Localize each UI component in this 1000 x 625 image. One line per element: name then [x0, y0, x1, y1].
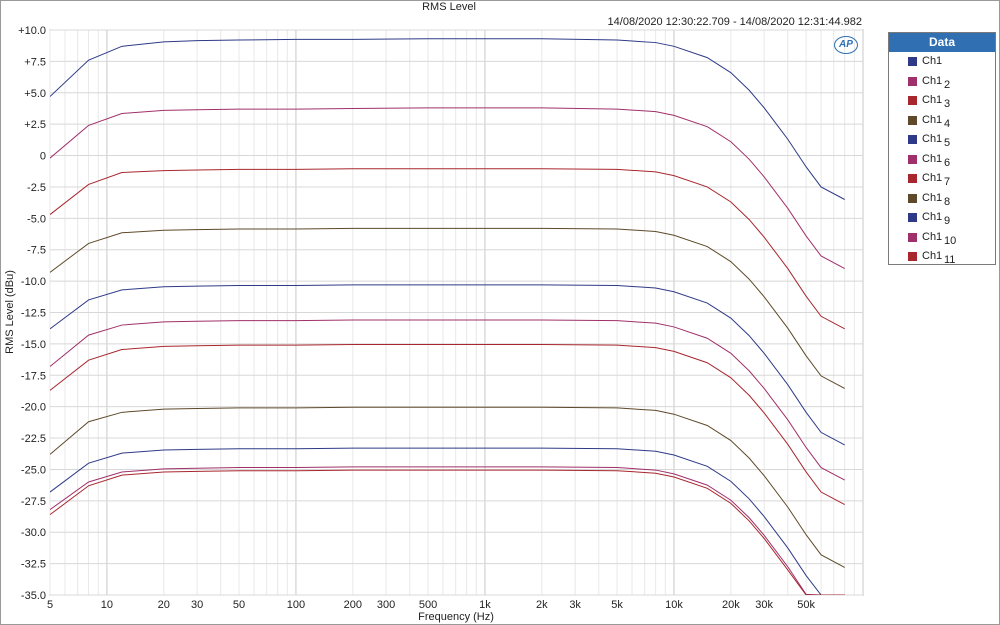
- x-tick-label: 50: [233, 599, 245, 611]
- x-axis-label: Frequency (Hz): [418, 611, 494, 623]
- x-tick-label: 2k: [536, 599, 548, 611]
- legend-swatch: [908, 213, 917, 222]
- legend-label: Ch1: [922, 172, 943, 184]
- legend-label: Ch1: [922, 152, 943, 165]
- chart-title: RMS Level: [422, 1, 476, 13]
- y-tick-label: -17.5: [21, 370, 46, 382]
- x-tick-label: 500: [419, 599, 437, 611]
- legend-title: Data: [889, 33, 995, 52]
- y-tick-label: -27.5: [21, 496, 46, 508]
- x-tick-label: 30k: [755, 599, 773, 611]
- legend-swatch: [908, 76, 917, 86]
- x-tick-label: 10: [101, 599, 113, 611]
- legend-item[interactable]: Ch1 3: [889, 91, 995, 111]
- legend-swatch: [908, 115, 917, 125]
- legend-label: Ch1: [922, 133, 943, 145]
- legend-item[interactable]: Ch1 7: [889, 169, 995, 189]
- y-tick-label: -7.5: [27, 245, 46, 257]
- legend-list: Ch1 Ch1 2 Ch1 3 Ch1 4 Ch1 5 Ch1 6 Ch1 7 Ch1 8 Ch1 9 Ch1 10…: [889, 52, 995, 267]
- x-tick-label: 3k: [569, 599, 581, 611]
- x-tick-label: 5: [47, 599, 53, 611]
- ap-logo: AP: [834, 36, 858, 54]
- legend-item[interactable]: Ch1 5: [889, 130, 995, 150]
- y-tick-label: -12.5: [21, 308, 46, 320]
- y-tick-label: 0: [40, 151, 46, 163]
- x-tick-label: 200: [344, 599, 362, 611]
- legend-swatch: [908, 57, 917, 66]
- x-tick-label: 1k: [479, 599, 491, 611]
- y-tick-label: -32.5: [21, 559, 46, 571]
- legend-channel-index: 11: [944, 254, 956, 266]
- legend-label: Ch1: [922, 211, 943, 223]
- y-tick-label: -2.5: [27, 182, 46, 194]
- x-tick-label: 300: [377, 599, 395, 611]
- x-tick-label: 50k: [797, 599, 815, 611]
- x-tick-label: 10k: [665, 599, 683, 611]
- legend-label: Ch1: [922, 113, 943, 126]
- y-tick-label: -20.0: [21, 402, 46, 414]
- y-tick-label: -22.5: [21, 433, 46, 445]
- x-tick-label: 20k: [722, 599, 740, 611]
- y-tick-label: -25.0: [21, 464, 46, 476]
- y-tick-label: -30.0: [21, 527, 46, 539]
- legend-item[interactable]: Ch1 6: [889, 150, 995, 170]
- legend-item[interactable]: Ch1 9: [889, 208, 995, 228]
- y-tick-label: -10.0: [21, 276, 46, 288]
- legend-item[interactable]: Ch1 8: [889, 189, 995, 209]
- y-tick-label: +5.0: [24, 88, 46, 100]
- y-tick-label: +7.5: [24, 56, 46, 68]
- legend-item[interactable]: Ch1: [889, 52, 995, 72]
- legend-swatch: [908, 96, 917, 105]
- y-tick-label: +10.0: [18, 25, 46, 37]
- y-tick-label: +2.5: [24, 119, 46, 131]
- legend-swatch: [908, 135, 917, 144]
- time-range-label: 14/08/2020 12:30:22.709 - 14/08/2020 12:…: [608, 16, 862, 28]
- y-tick-label: -5.0: [27, 213, 46, 225]
- legend-swatch: [908, 193, 917, 203]
- legend-label: Ch1: [922, 191, 943, 204]
- legend-label: Ch1: [922, 55, 943, 67]
- x-tick-label: 30: [191, 599, 203, 611]
- legend-swatch: [908, 154, 917, 164]
- legend-item[interactable]: Ch1 4: [889, 111, 995, 131]
- x-tick-label: 5k: [611, 599, 623, 611]
- x-tick-label: 100: [287, 599, 305, 611]
- legend-item[interactable]: Ch1 2: [889, 72, 995, 92]
- legend-panel: Data Ch1 Ch1 2 Ch1 3 Ch1 4 Ch1 5 Ch1 6 Ch1 7 Ch1 8 Ch1 9…: [888, 32, 996, 267]
- y-tick-label: -15.0: [21, 339, 46, 351]
- legend-item[interactable]: Ch1 10: [889, 228, 995, 248]
- x-tick-label: 20: [158, 599, 170, 611]
- legend-label: Ch1: [922, 94, 943, 106]
- legend-swatch: [908, 174, 917, 183]
- legend-swatch: [908, 252, 917, 261]
- rms-level-chart: RMS Level 14/08/2020 12:30:22.709 - 14/0…: [4, 1, 864, 623]
- legend-label: Ch1: [922, 250, 943, 262]
- legend-item[interactable]: Ch1 11: [889, 247, 995, 267]
- legend-label: Ch1: [922, 74, 943, 87]
- legend-swatch: [908, 232, 917, 242]
- y-axis-label: RMS Level (dBu): [4, 270, 16, 354]
- y-tick-label: -35.0: [21, 590, 46, 602]
- legend-label: Ch1: [922, 230, 943, 243]
